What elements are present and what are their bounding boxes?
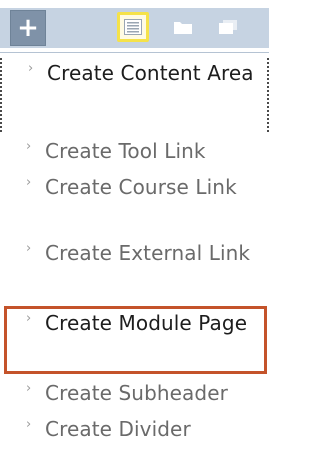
menu-item-create-subheader[interactable]: › Create Subheader bbox=[0, 378, 269, 414]
plus-icon: + bbox=[17, 13, 39, 43]
menu-item-label: Create External Link bbox=[45, 241, 251, 265]
folder-view-icon bbox=[174, 22, 192, 34]
chevron-right-icon: › bbox=[28, 61, 34, 76]
menu-item-label: Create Content Area bbox=[47, 61, 254, 85]
menu-item-create-course-link[interactable]: › Create Course Link bbox=[0, 172, 269, 236]
menu-toolbar: + bbox=[0, 0, 269, 48]
window-view-button[interactable] bbox=[212, 12, 244, 42]
add-menu-item-button[interactable]: + bbox=[10, 10, 46, 46]
menu-item-label: Create Tool Link bbox=[45, 139, 206, 163]
menu-item-create-external-link[interactable]: › Create External Link bbox=[0, 238, 269, 304]
chevron-right-icon: › bbox=[26, 311, 32, 326]
course-menu-panel: + › Create Content Area › Create Tool Li… bbox=[0, 0, 269, 469]
menu-item-label: Create Divider bbox=[45, 417, 191, 441]
menu-item-label: Create Course Link bbox=[45, 175, 237, 199]
menu-divider bbox=[0, 52, 269, 53]
chevron-right-icon: › bbox=[26, 241, 32, 256]
menu-item-create-module-page[interactable]: › Create Module Page bbox=[0, 308, 269, 372]
list-view-button[interactable] bbox=[117, 12, 149, 42]
menu-item-create-divider[interactable]: › Create Divider bbox=[0, 414, 269, 450]
menu-item-create-content-area[interactable]: › Create Content Area bbox=[0, 58, 269, 132]
chevron-right-icon: › bbox=[26, 381, 32, 396]
window-view-icon bbox=[219, 20, 237, 34]
chevron-right-icon: › bbox=[26, 139, 32, 154]
menu-item-create-tool-link[interactable]: › Create Tool Link bbox=[0, 136, 269, 172]
list-view-icon bbox=[124, 19, 142, 35]
chevron-right-icon: › bbox=[26, 417, 32, 432]
folder-view-button[interactable] bbox=[167, 12, 199, 42]
menu-item-label: Create Subheader bbox=[45, 381, 228, 405]
chevron-right-icon: › bbox=[26, 175, 32, 190]
menu-item-label: Create Module Page bbox=[45, 311, 248, 335]
